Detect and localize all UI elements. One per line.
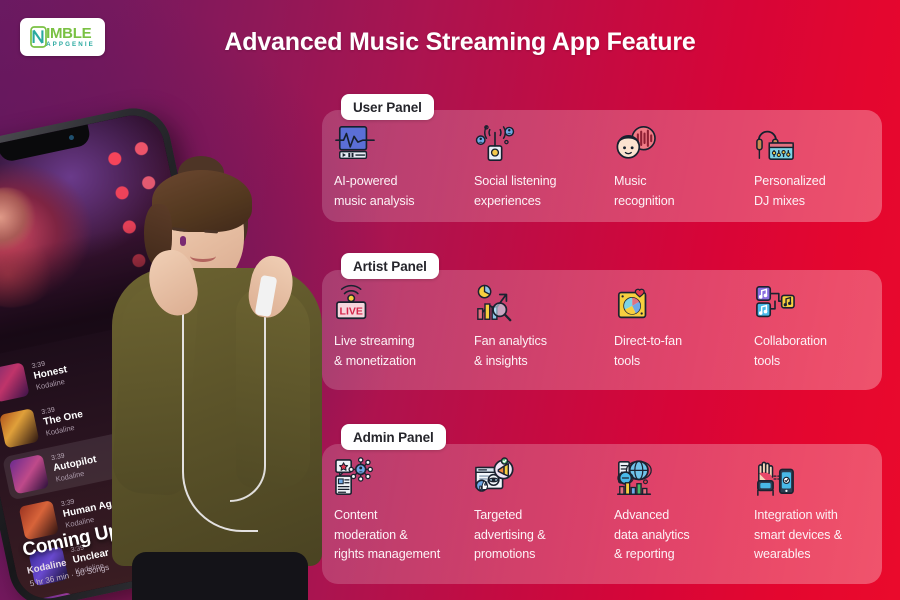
panel-label-user: User Panel [341,94,434,120]
panel-label-admin: Admin Panel [341,424,446,450]
feature-label: AI-powered music analysis [334,174,415,208]
track-thumbnail [8,454,50,495]
feature-label: Content moderation & rights management [334,508,441,562]
feature-cell[interactable]: Collaboration tools [742,284,882,390]
panel-label-artist: Artist Panel [341,253,439,279]
feature-label: Live streaming & monetization [334,334,416,368]
album-art-figure [0,179,66,317]
feature-label: Fan analytics & insights [474,334,547,368]
document-shield-network-icon [335,457,373,495]
panel-admin: Content moderation & rights management T… [322,444,882,584]
feature-label: Social listening experiences [474,174,557,208]
feature-label: Advanced data analytics & reporting [614,508,690,562]
track-thumbnail [38,591,79,600]
live-broadcast-icon: LIVE [336,284,367,320]
music-nodes-network-icon [756,286,795,318]
feature-label: Integration with smart devices & wearabl… [754,508,843,562]
feature-cell[interactable]: Integration with smart devices & wearabl… [742,458,882,584]
panel-user: AI-powered music analysis Social listeni… [322,110,882,222]
headphones-mixer-icon [756,130,794,161]
logo-subwordmark: APPGENIE [46,40,95,48]
track-thumbnail [0,408,40,449]
svg-text:LIVE: LIVE [340,306,363,317]
feature-cell[interactable]: Social listening experiences [462,124,602,222]
infographic-canvas: IMBLE APPGENIE Advanced Music Streaming … [0,0,900,600]
feature-cell[interactable]: LIVE Live streaming & monetization [322,284,462,390]
targeted-ad-megaphone-icon [475,457,514,492]
feature-label: Personalized DJ mixes [754,174,826,208]
feature-cell[interactable]: Fan analytics & insights [462,284,602,390]
panel-artist: LIVE Live streaming & monetization Fan a… [322,270,882,390]
feature-cell[interactable]: AI-powered music analysis [322,124,462,222]
chart-magnifier-icon [477,284,512,322]
face-soundwave-icon [616,126,656,159]
social-broadcast-antenna-icon [475,125,515,161]
brand-logo[interactable]: IMBLE APPGENIE [20,18,105,56]
fan-heart-board-icon [617,288,647,319]
ai-waveform-screen-icon [335,126,375,159]
feature-cell[interactable]: Personalized DJ mixes [742,124,882,222]
feature-label: Targeted advertising & promotions [474,508,546,562]
feature-label: Music recognition [614,174,675,208]
feature-cell[interactable]: Advanced data analytics & reporting [602,458,742,584]
globe-bar-chart-icon [617,460,652,495]
phone-outline-icon [30,26,47,48]
logo-wordmark: IMBLE [46,24,92,42]
feature-cell[interactable]: Direct-to-fan tools [602,284,742,390]
feature-label: Collaboration tools [754,334,827,368]
track-thumbnail [0,362,30,403]
feature-cell[interactable]: Targeted advertising & promotions [462,457,602,584]
feature-cell[interactable]: Music recognition [602,124,742,222]
page-title: Advanced Music Streaming App Feature [224,28,696,56]
feature-label: Direct-to-fan tools [614,334,682,368]
person-photo [104,156,330,600]
smartwatch-phone-icon [757,461,794,496]
hero-artwork: Coming Up for Air Kodaline 5 hr 36 min ·… [0,101,330,600]
feature-cell[interactable]: Content moderation & rights management [322,457,462,584]
